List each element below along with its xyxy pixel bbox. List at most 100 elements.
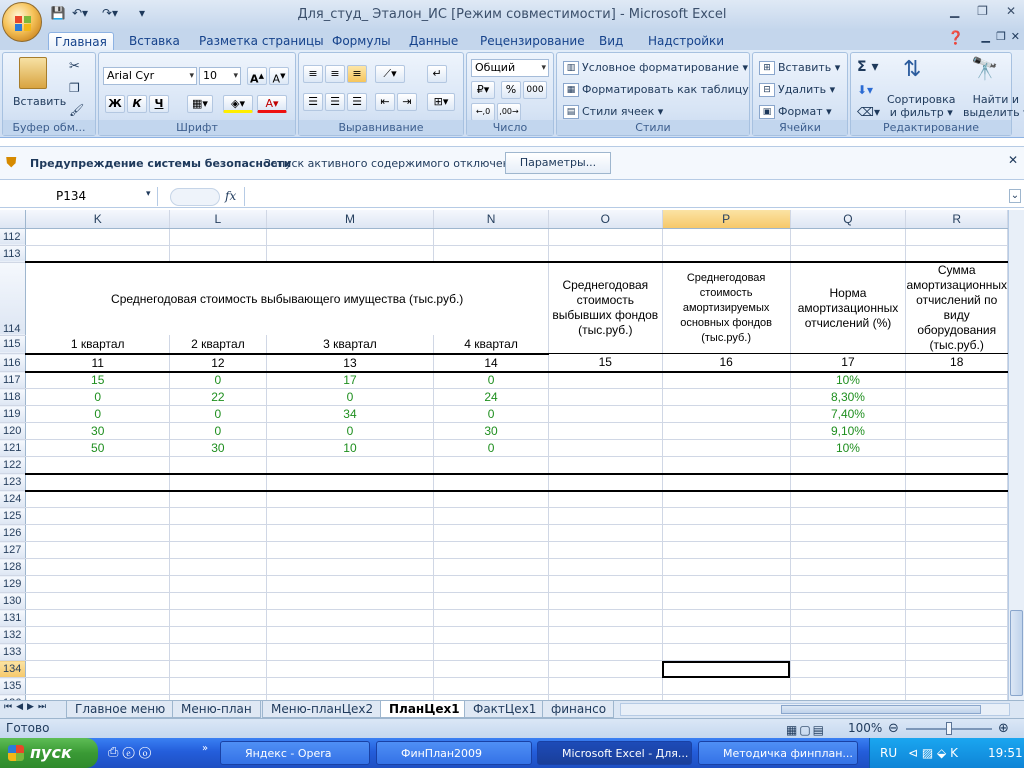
column-header-p[interactable]: P <box>662 210 791 229</box>
cell[interactable] <box>662 558 791 576</box>
cell[interactable] <box>169 626 267 644</box>
cell[interactable] <box>25 660 170 678</box>
fill-color-icon[interactable]: ◈▾ <box>223 95 253 113</box>
cell[interactable] <box>266 592 435 610</box>
cell[interactable] <box>548 473 663 492</box>
active-cell[interactable] <box>662 660 791 678</box>
vertical-scrollbar[interactable] <box>1008 210 1024 700</box>
cut-icon[interactable]: ✂ <box>69 59 80 74</box>
cell[interactable] <box>169 677 267 695</box>
align-right-icon[interactable]: ☰ <box>347 93 367 111</box>
cell[interactable] <box>169 524 267 542</box>
copy-icon[interactable]: ❐ <box>69 81 80 95</box>
row-header[interactable]: 122 <box>0 456 27 474</box>
thousands-button[interactable]: 000 <box>523 81 547 99</box>
cell[interactable] <box>169 592 267 610</box>
italic-button[interactable]: К <box>127 95 147 113</box>
cell[interactable] <box>662 592 791 610</box>
cell[interactable] <box>790 575 907 593</box>
cell[interactable] <box>790 473 907 492</box>
row-header[interactable]: 128 <box>0 558 27 576</box>
grow-font-icon[interactable]: A▲ <box>247 67 267 86</box>
zoom-level[interactable]: 100% <box>848 719 882 738</box>
cell[interactable] <box>433 473 549 492</box>
cell[interactable] <box>266 473 435 492</box>
insert-function-icon[interactable]: fx <box>225 189 236 203</box>
cell[interactable] <box>905 507 1008 525</box>
orientation-icon[interactable]: ⟋▾ <box>375 65 405 83</box>
row-header[interactable]: 117 <box>0 371 27 389</box>
align-bottom-icon[interactable]: ≡ <box>347 65 367 83</box>
cell[interactable] <box>790 524 907 542</box>
help-icon[interactable]: ❓ <box>948 31 964 46</box>
row-header[interactable]: 120 <box>0 422 27 440</box>
sheet-tab[interactable]: финансо <box>542 701 614 718</box>
cell[interactable] <box>169 643 267 661</box>
zoom-slider-thumb[interactable] <box>946 722 952 735</box>
cell[interactable] <box>25 643 170 661</box>
align-top-icon[interactable]: ≡ <box>303 65 323 83</box>
number-format-select[interactable]: Общий <box>471 59 549 77</box>
column-header-q[interactable]: Q <box>790 210 907 229</box>
cell[interactable] <box>548 558 663 576</box>
cell[interactable] <box>25 490 170 508</box>
cell[interactable] <box>169 660 267 678</box>
align-left-icon[interactable]: ☰ <box>303 93 323 111</box>
cell[interactable] <box>790 609 907 627</box>
increase-indent-icon[interactable]: ⇥ <box>397 93 417 111</box>
cell[interactable] <box>905 609 1008 627</box>
cell[interactable] <box>662 473 791 492</box>
insert-cells-button[interactable]: ⊞ Вставить ▾ <box>759 61 840 75</box>
name-box-dropdown-icon[interactable]: ▾ <box>146 189 151 199</box>
cell[interactable] <box>25 524 170 542</box>
cell[interactable] <box>790 558 907 576</box>
cell[interactable] <box>433 609 549 627</box>
row-header[interactable]: 127 <box>0 541 27 559</box>
cell[interactable] <box>25 609 170 627</box>
horizontal-scrollbar[interactable] <box>620 703 1010 716</box>
cell[interactable] <box>790 626 907 644</box>
close-security-bar-icon[interactable]: ✕ <box>1008 153 1018 167</box>
cell[interactable] <box>662 609 791 627</box>
cell[interactable] <box>266 490 435 508</box>
cell[interactable] <box>905 473 1008 492</box>
cell[interactable] <box>548 541 663 559</box>
conditional-formatting-button[interactable]: ▥ Условное форматирование ▾ <box>563 61 748 75</box>
row-header[interactable]: 121 <box>0 439 27 457</box>
cell[interactable] <box>433 490 549 508</box>
cell[interactable] <box>433 592 549 610</box>
decrease-indent-icon[interactable]: ⇤ <box>375 93 395 111</box>
formula-input[interactable] <box>244 187 1008 206</box>
format-cells-button[interactable]: ▣ Формат ▾ <box>759 105 832 119</box>
row-header[interactable]: 115 <box>0 335 27 355</box>
clear-icon[interactable]: ⌫▾ <box>857 105 880 119</box>
tab-review[interactable]: Рецензирование <box>474 32 591 51</box>
row-header[interactable]: 123 <box>0 473 27 491</box>
minimize-icon[interactable]: ▁ <box>950 4 959 18</box>
column-header-o[interactable]: O <box>548 210 663 229</box>
cell[interactable] <box>25 558 170 576</box>
merge-center-icon[interactable]: ⊞▾ <box>427 93 455 111</box>
cell[interactable] <box>790 541 907 559</box>
cell[interactable] <box>433 643 549 661</box>
cell[interactable] <box>905 677 1008 695</box>
cell[interactable] <box>905 592 1008 610</box>
paste-icon[interactable] <box>19 57 47 89</box>
cell[interactable] <box>25 575 170 593</box>
ribbon-restore-icon[interactable]: ❐ <box>996 30 1006 43</box>
restore-icon[interactable]: ❐ <box>977 4 988 18</box>
cell[interactable] <box>169 575 267 593</box>
row-header[interactable]: 113 <box>0 245 27 263</box>
worksheet-grid[interactable]: K L M N O P Q R 112 113 114 Среднегодова… <box>0 210 1008 700</box>
cell[interactable] <box>25 541 170 559</box>
cell[interactable] <box>25 507 170 525</box>
tab-insert[interactable]: Вставка <box>123 32 186 51</box>
tab-home[interactable]: Главная <box>48 32 114 51</box>
cell[interactable] <box>905 490 1008 508</box>
cell[interactable] <box>433 677 549 695</box>
taskbar-item-opera[interactable]: Яндекс - Opera <box>220 741 370 765</box>
column-header-n[interactable]: N <box>433 210 549 229</box>
row-header[interactable]: 116 <box>0 353 27 372</box>
cell[interactable] <box>169 609 267 627</box>
zoom-out-icon[interactable]: ⊖ <box>888 719 899 738</box>
